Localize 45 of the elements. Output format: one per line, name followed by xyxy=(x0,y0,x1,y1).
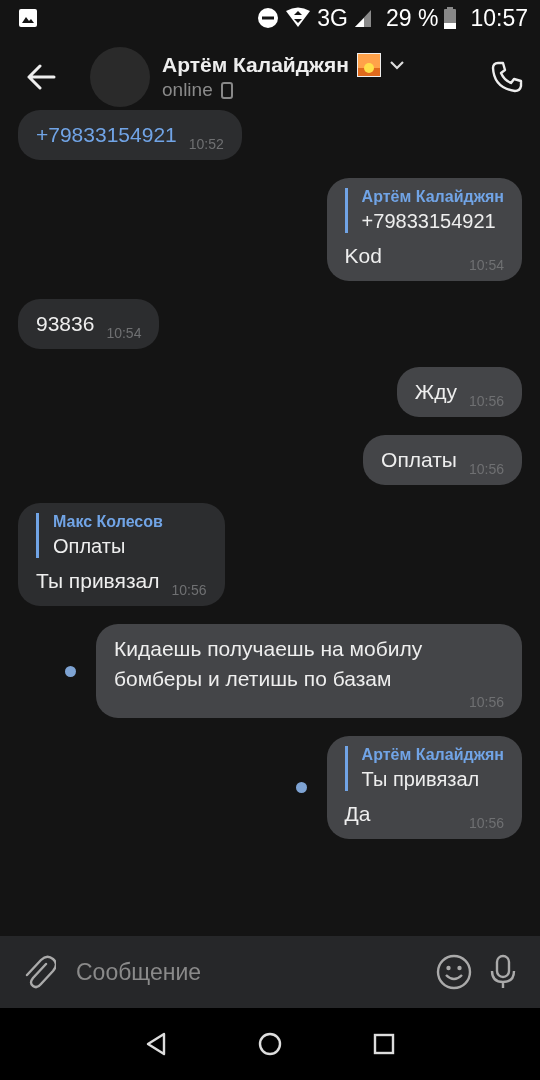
message-time: 10:54 xyxy=(106,325,142,341)
clock: 10:57 xyxy=(470,4,528,32)
network-type: 3G xyxy=(317,4,348,32)
phone-call-icon[interactable] xyxy=(490,60,524,94)
reply-author: Макс Колесов xyxy=(53,513,164,531)
battery-icon xyxy=(444,7,457,29)
chevron-down-icon[interactable] xyxy=(388,60,405,70)
phone-device-icon xyxy=(220,81,233,99)
message-bubble[interactable]: +79833154921 10:52 xyxy=(18,110,242,160)
reply-text: +79833154921 xyxy=(361,210,497,233)
battery-percent: 29 % xyxy=(386,4,439,32)
message-text: Да xyxy=(344,801,372,827)
gallery-icon xyxy=(18,8,38,28)
back-nav-icon[interactable] xyxy=(145,1032,168,1056)
phone-link[interactable]: +79833154921 xyxy=(36,120,177,150)
home-nav-icon[interactable] xyxy=(258,1032,282,1056)
wifi-icon xyxy=(285,7,312,29)
message-time: 10:52 xyxy=(188,136,224,152)
signal-icon xyxy=(354,8,372,28)
reply-author: Артём Калайджян xyxy=(361,746,504,764)
message-text: Оплаты xyxy=(381,447,457,473)
message-input[interactable]: Сообщение xyxy=(72,952,420,992)
do-not-disturb-icon xyxy=(257,7,280,29)
reply-text: Оплаты xyxy=(53,535,127,558)
reply-quote[interactable]: Макс Колесов Оплаты xyxy=(36,513,207,558)
message-bubble[interactable]: 93836 10:54 xyxy=(18,299,160,349)
back-arrow-icon[interactable] xyxy=(26,64,56,90)
message-text: Кидаешь получаешь на мобилу бомберы и летишь по базам xyxy=(114,636,424,692)
sunrise-icon xyxy=(356,53,381,77)
message-time: 10:56 xyxy=(171,582,207,598)
message-text: Kod xyxy=(344,243,383,269)
message-bubble[interactable]: Макс Колесов Оплаты Ты привязал 10:56 xyxy=(18,503,225,606)
reply-text: Ты привязал xyxy=(361,768,481,791)
contact-name[interactable]: Артём Калайджян xyxy=(162,53,349,77)
online-status: online xyxy=(162,79,213,101)
reply-quote[interactable]: Артём Калайджян +79833154921 xyxy=(344,188,504,233)
microphone-icon[interactable] xyxy=(488,954,518,990)
message-composer[interactable]: Сообщение xyxy=(0,936,540,1008)
message-text: Ты привязал xyxy=(36,568,160,594)
reply-author: Артём Калайджян xyxy=(361,188,504,206)
recents-nav-icon[interactable] xyxy=(372,1033,395,1055)
emoji-icon[interactable] xyxy=(436,954,472,990)
message-text: Жду xyxy=(414,379,457,405)
reply-quote[interactable]: Артём Калайджян Ты привязал xyxy=(344,746,504,791)
message-text: 93836 xyxy=(36,311,95,337)
